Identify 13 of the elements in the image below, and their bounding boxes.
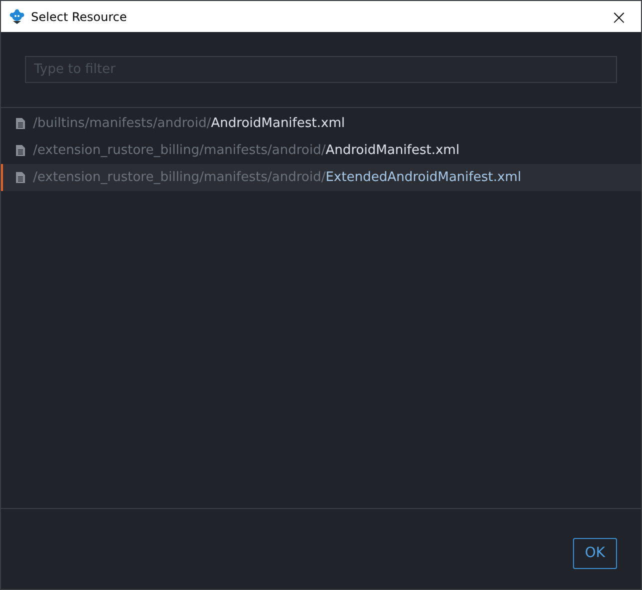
file-row[interactable]: /builtins/manifests/android/AndroidManifest.xml bbox=[1, 110, 641, 137]
file-row[interactable]: /extension_rustore_billing/manifests/android/AndroidManifest.xml bbox=[1, 137, 641, 164]
window-title: Select Resource bbox=[31, 8, 127, 26]
file-path: /extension_rustore_billing/manifests/android/AndroidManifest.xml bbox=[33, 142, 460, 160]
file-icon bbox=[16, 118, 25, 129]
file-icon bbox=[16, 172, 25, 183]
ok-button[interactable]: OK bbox=[573, 538, 617, 568]
logo-icon bbox=[9, 8, 25, 24]
close-button[interactable]: × bbox=[597, 1, 641, 32]
file-icon bbox=[16, 145, 25, 156]
file-path: /extension_rustore_billing/manifests/android/ExtendedAndroidManifest.xml bbox=[33, 168, 522, 187]
file-path: /builtins/manifests/android/AndroidManifest.xml bbox=[33, 114, 345, 133]
file-row[interactable]: /extension_rustore_billing/manifests/android/ExtendedAndroidManifest.xml bbox=[1, 164, 641, 191]
